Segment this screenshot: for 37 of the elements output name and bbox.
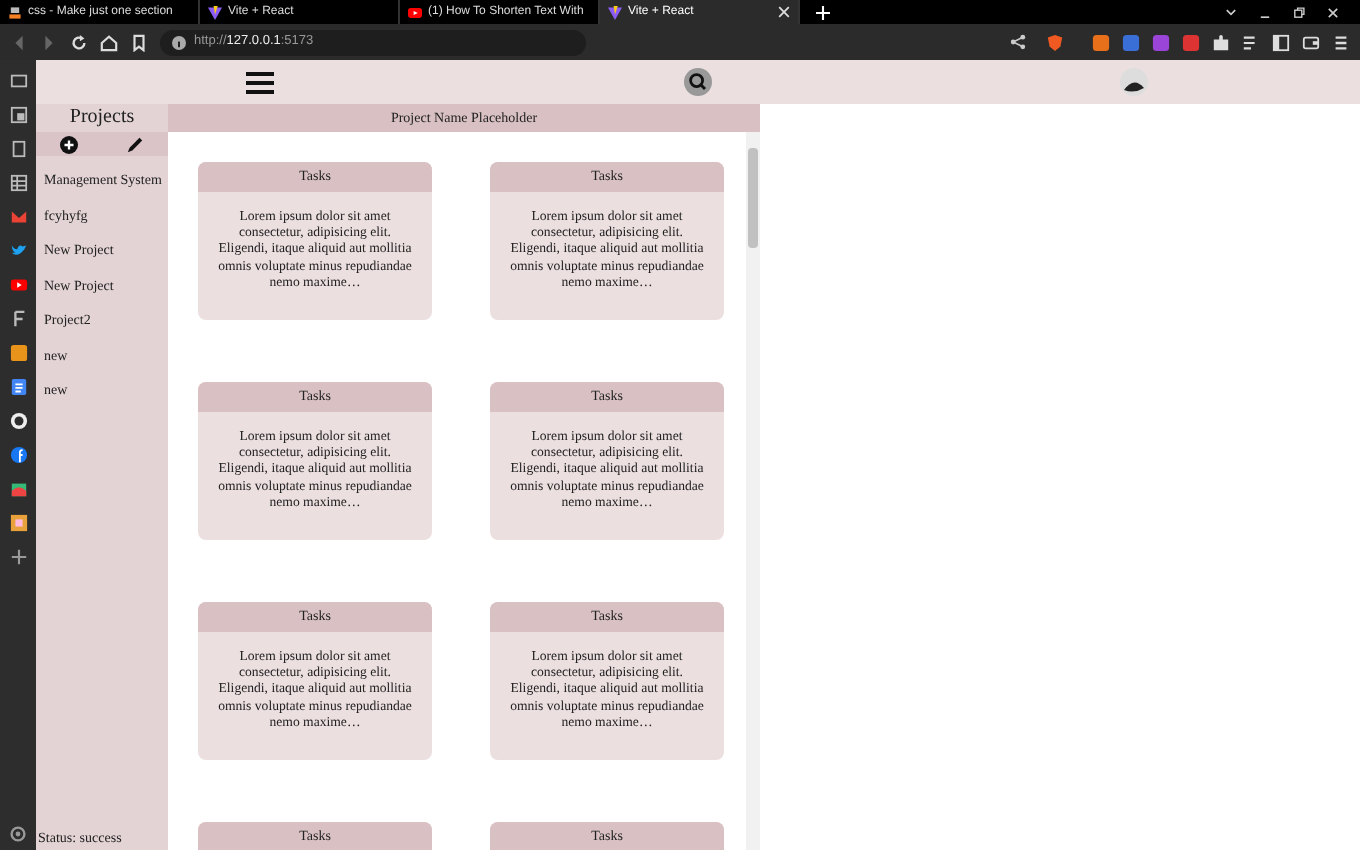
video-icon[interactable]	[9, 276, 27, 294]
stack-icon	[8, 5, 22, 19]
document-icon[interactable]	[9, 378, 27, 396]
settings-icon[interactable]	[10, 826, 26, 842]
share-icon[interactable]	[1010, 34, 1026, 50]
playlist-icon[interactable]	[1242, 33, 1260, 51]
add-icon[interactable]	[60, 135, 78, 153]
wallet-icon[interactable]	[1302, 33, 1320, 51]
mail-icon[interactable]	[9, 208, 27, 226]
puzzle-icon[interactable]	[1212, 33, 1230, 51]
info-icon[interactable]	[172, 35, 186, 49]
reload-icon[interactable]	[70, 33, 88, 51]
sidebar-icon[interactable]	[1272, 33, 1290, 51]
bird-icon[interactable]	[9, 242, 27, 260]
close-icon[interactable]	[1326, 5, 1340, 19]
pencil-icon[interactable]	[126, 135, 144, 153]
restore-icon[interactable]	[1292, 5, 1306, 19]
square-icon[interactable]	[9, 514, 27, 532]
menu-icon[interactable]	[246, 71, 274, 93]
search-icon[interactable]	[684, 68, 712, 96]
video-icon	[408, 5, 422, 19]
close-icon[interactable]	[778, 6, 790, 18]
back-icon[interactable]	[10, 33, 28, 51]
plus-icon[interactable]	[9, 548, 27, 566]
letter-icon[interactable]	[9, 310, 27, 328]
avatar-icon[interactable]	[1120, 68, 1148, 96]
grid-icon[interactable]	[9, 174, 27, 192]
sidebar-title: Projects	[67, 104, 137, 132]
scrollbar[interactable]	[746, 132, 760, 850]
bookmark-icon[interactable]	[130, 33, 148, 51]
home-icon[interactable]	[100, 33, 118, 51]
chevron-icon[interactable]	[1224, 5, 1238, 19]
f-icon[interactable]	[9, 446, 27, 464]
shield-icon[interactable]	[1046, 33, 1064, 51]
forward-icon[interactable]	[40, 33, 58, 51]
new-tab-icon[interactable]	[816, 5, 830, 19]
menu-icon[interactable]	[1332, 33, 1350, 51]
